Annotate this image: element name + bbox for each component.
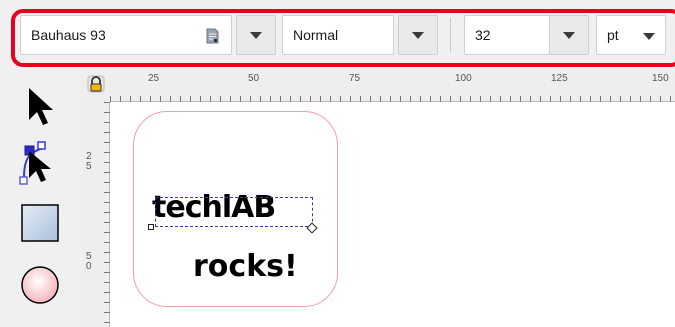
- font-family-value: Bauhaus 93: [31, 27, 106, 43]
- font-unit-value: pt: [607, 27, 619, 43]
- selector-tool-button[interactable]: [10, 78, 70, 136]
- chevron-down-icon: [250, 32, 262, 39]
- rectangle-tool-button[interactable]: [10, 196, 70, 254]
- toolbox: [0, 72, 82, 327]
- node-editor-icon: [19, 141, 51, 185]
- ruler-label: 50: [86, 251, 92, 272]
- ruler-label: 25: [148, 73, 160, 84]
- font-style-dropdown-button[interactable]: [398, 15, 438, 55]
- chevron-down-icon: [643, 33, 655, 40]
- ruler-label: 125: [551, 73, 568, 84]
- ellipse-tool-button[interactable]: [10, 258, 70, 316]
- ruler-label: 100: [455, 73, 472, 84]
- font-family-combo[interactable]: Bauhaus 93: [20, 15, 232, 55]
- arrow-pointer-icon: [29, 88, 53, 125]
- ruler-label: 25: [86, 151, 92, 172]
- text-toolbar: Bauhaus 93 Normal 32 pt: [0, 0, 675, 72]
- font-size-combo[interactable]: 32: [464, 15, 550, 55]
- font-unit-combo[interactable]: pt: [596, 15, 666, 55]
- lock-icon: [87, 75, 105, 93]
- vertical-ruler[interactable]: 25 50: [82, 102, 110, 327]
- font-style-value: Normal: [293, 27, 339, 43]
- horizontal-ruler[interactable]: 25 50 75 100 125 150: [110, 72, 675, 102]
- font-size-value: 32: [475, 27, 491, 43]
- drawing-canvas[interactable]: techlAB rocks!: [111, 103, 675, 327]
- horizontal-ruler-ticks: [110, 96, 671, 102]
- text-object-line1[interactable]: techlAB: [152, 188, 312, 228]
- ruler-lock-button[interactable]: [82, 72, 110, 102]
- vertical-ruler-ticks: [104, 102, 110, 323]
- square-icon: [21, 204, 59, 242]
- text-object-line2[interactable]: rocks!: [193, 246, 343, 288]
- ruler-label: 75: [349, 73, 361, 84]
- ruler-label: 50: [248, 73, 260, 84]
- font-document-icon: [206, 28, 219, 44]
- toolbar-separator: [450, 18, 451, 52]
- text-start-handle[interactable]: [148, 224, 154, 230]
- font-size-dropdown-button[interactable]: [549, 15, 589, 55]
- chevron-down-icon: [563, 32, 575, 39]
- ruler-label: 150: [652, 73, 669, 84]
- node-tool-button[interactable]: [10, 134, 70, 192]
- circle-icon: [21, 266, 59, 304]
- chevron-down-icon: [412, 32, 424, 39]
- font-style-combo[interactable]: Normal: [282, 15, 394, 55]
- font-family-dropdown-button[interactable]: [236, 15, 276, 55]
